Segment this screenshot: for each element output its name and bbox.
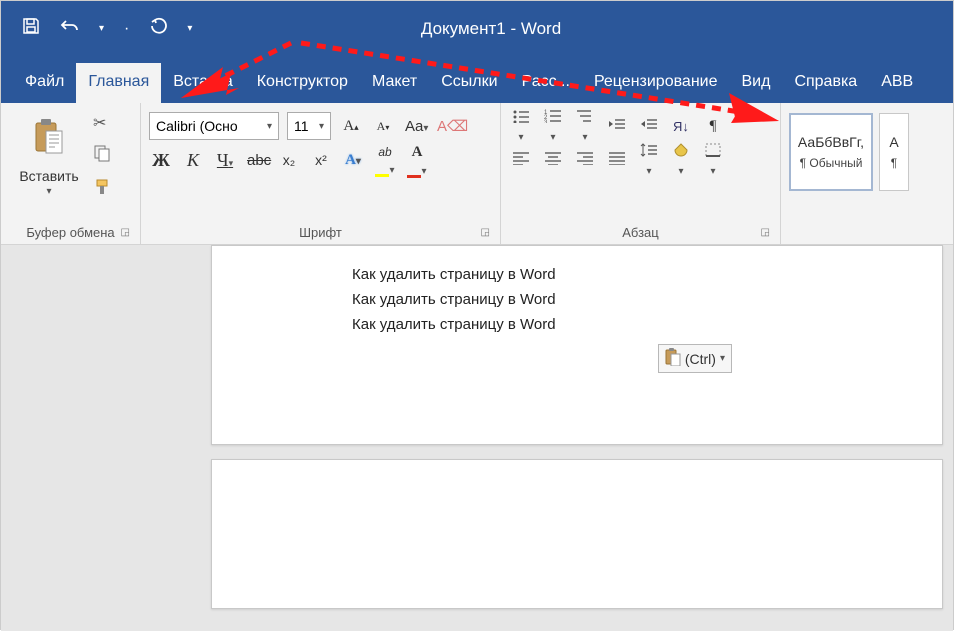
tab-layout[interactable]: Макет (360, 63, 429, 103)
qat-customize-icon[interactable]: ▾ (187, 23, 192, 34)
style-normal-preview: АаБбВвГг, (798, 134, 864, 150)
page-1[interactable]: Как удалить страницу в Word Как удалить … (211, 245, 943, 445)
line-spacing-icon[interactable]: ▾ (637, 143, 661, 178)
font-launcher-icon[interactable]: ◲ (481, 227, 490, 238)
font-name-combo[interactable]: Calibri (Осно ▾ (149, 112, 279, 140)
paste-dropdown-icon[interactable]: ▾ (46, 186, 51, 197)
paste-label: Вставить (19, 168, 78, 184)
chevron-down-icon: ▾ (319, 121, 324, 132)
bullets-icon[interactable]: ▾ (509, 109, 533, 144)
tab-references[interactable]: Ссылки (429, 63, 509, 103)
paste-button[interactable]: Вставить ▾ (9, 109, 89, 204)
tab-help[interactable]: Справка (782, 63, 869, 103)
style-other-preview: А (889, 134, 898, 150)
font-name-value: Calibri (Осно (156, 118, 238, 134)
ribbon-tabs: Файл Главная Вставка Конструктор Макет С… (1, 56, 953, 103)
copy-icon[interactable] (93, 144, 111, 167)
group-clipboard-label: Буфер обмена ◲ (9, 221, 132, 242)
align-right-icon[interactable] (573, 151, 597, 169)
group-font: Calibri (Осно ▾ 11 ▾ A▴ A▾ Aa▾ A⌫ Ж К Ч▾… (141, 103, 501, 244)
show-marks-icon[interactable]: ¶ (701, 118, 725, 135)
quick-access-toolbar: ▾ · ▾ (21, 16, 192, 41)
ribbon: Вставить ▾ ✂ Буфер обмена ◲ Calibri ( (1, 103, 953, 245)
tab-abbyy[interactable]: ABB (869, 63, 925, 103)
title-bar: ▾ · ▾ Документ1 - Word (1, 1, 953, 56)
group-clipboard: Вставить ▾ ✂ Буфер обмена ◲ (1, 103, 141, 244)
highlight-color-icon[interactable]: ab▾ (373, 143, 397, 177)
bold-button[interactable]: Ж (149, 150, 173, 171)
tab-review[interactable]: Рецензирование (582, 63, 730, 103)
style-normal[interactable]: АаБбВвГг, ¶ Обычный (789, 113, 873, 191)
cut-icon[interactable]: ✂ (93, 113, 111, 133)
font-size-value: 11 (294, 118, 309, 134)
svg-text:3: 3 (544, 120, 548, 123)
paste-options-icon (665, 348, 681, 369)
pages-container: Как удалить страницу в Word Как удалить … (211, 245, 953, 631)
italic-button[interactable]: К (181, 150, 205, 171)
tab-view[interactable]: Вид (729, 63, 782, 103)
increase-indent-icon[interactable] (637, 117, 661, 135)
format-painter-icon[interactable] (93, 178, 111, 201)
style-normal-name: ¶ Обычный (800, 156, 863, 170)
document-line[interactable]: Как удалить страницу в Word (352, 316, 802, 333)
group-paragraph-label: Абзац ◲ (509, 221, 772, 242)
group-styles-label (789, 221, 945, 242)
font-color-icon[interactable]: A▾ (405, 143, 429, 178)
document-area: Как удалить страницу в Word Как удалить … (1, 245, 953, 631)
paste-options-label: (Ctrl) (685, 351, 716, 367)
tab-home[interactable]: Главная (76, 63, 161, 103)
underline-button[interactable]: Ч▾ (213, 150, 237, 171)
strikethrough-button[interactable]: abc (245, 152, 269, 169)
decrease-indent-icon[interactable] (605, 117, 629, 135)
document-line[interactable]: Как удалить страницу в Word (352, 291, 802, 308)
page-gutter (1, 245, 211, 631)
shading-icon[interactable]: ▾ (669, 143, 693, 178)
style-other[interactable]: А ¶ (879, 113, 909, 191)
sort-icon[interactable]: Я↓ (669, 119, 693, 134)
paste-options-popup[interactable]: (Ctrl) ▾ (658, 344, 732, 373)
document-title: Документ1 - Word (421, 19, 561, 39)
tab-mailings[interactable]: Расс... (510, 63, 582, 103)
change-case-icon[interactable]: Aa▾ (403, 118, 427, 135)
tab-insert[interactable]: Вставка (161, 63, 244, 103)
page-2[interactable] (211, 459, 943, 609)
justify-icon[interactable] (605, 151, 629, 169)
borders-icon[interactable]: ▾ (701, 143, 725, 178)
font-size-combo[interactable]: 11 ▾ (287, 112, 331, 140)
qat-separator: · (124, 20, 129, 38)
paste-icon (32, 117, 66, 166)
superscript-button[interactable]: x² (309, 152, 333, 168)
shrink-font-icon[interactable]: A▾ (371, 119, 395, 134)
undo-dropdown-icon[interactable]: ▾ (99, 23, 104, 34)
style-other-name: ¶ (891, 156, 897, 170)
chevron-down-icon: ▾ (720, 353, 725, 364)
align-left-icon[interactable] (509, 151, 533, 169)
align-center-icon[interactable] (541, 151, 565, 169)
group-font-label: Шрифт ◲ (149, 221, 492, 242)
clear-formatting-icon[interactable]: A⌫ (435, 117, 459, 135)
multilevel-list-icon[interactable]: ▾ (573, 109, 597, 144)
group-paragraph: ▾ 123▾ ▾ Я↓ ¶ ▾ ▾ ▾ Абзац ◲ (501, 103, 781, 244)
redo-icon[interactable] (149, 16, 169, 41)
paragraph-launcher-icon[interactable]: ◲ (761, 227, 770, 238)
save-icon[interactable] (21, 16, 41, 41)
tab-file[interactable]: Файл (13, 63, 76, 103)
clipboard-launcher-icon[interactable]: ◲ (121, 227, 130, 238)
undo-icon[interactable] (59, 16, 81, 41)
tab-design[interactable]: Конструктор (245, 63, 360, 103)
numbering-icon[interactable]: 123▾ (541, 109, 565, 144)
group-styles: АаБбВвГг, ¶ Обычный А ¶ (781, 103, 953, 244)
document-line[interactable]: Как удалить страницу в Word (352, 266, 802, 283)
subscript-button[interactable]: x₂ (277, 152, 301, 168)
chevron-down-icon: ▾ (267, 121, 272, 132)
text-effects-icon[interactable]: A▾ (341, 152, 365, 169)
grow-font-icon[interactable]: A▴ (339, 118, 363, 135)
